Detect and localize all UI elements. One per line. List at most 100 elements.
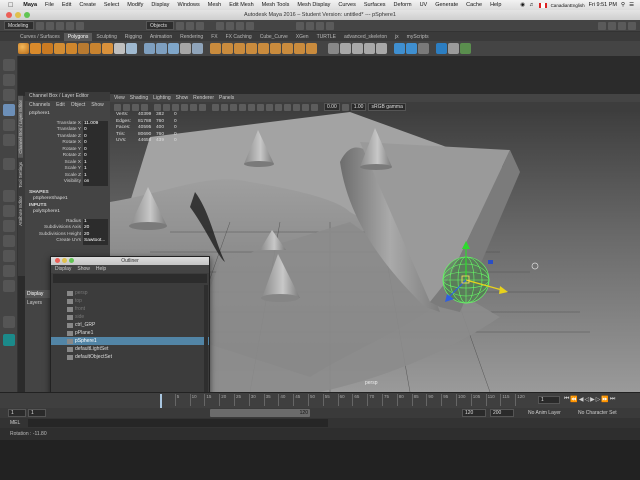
playback-end-field[interactable]: 120 [462,409,486,417]
image-plane-icon[interactable] [141,103,148,111]
last-tool-icon[interactable] [2,158,15,170]
selection-mode-dropdown[interactable]: Objects [146,21,174,30]
tab-tool-settings[interactable]: Tool Settings [18,158,23,192]
outliner-item[interactable]: top [51,297,209,305]
input-name[interactable]: polySphere1 [25,209,110,216]
center-pivot-icon[interactable] [406,43,417,54]
shelf-tab-xgen[interactable]: XGen [292,33,313,41]
menu-list-icon[interactable]: ☰ [629,2,634,8]
outliner-zoom-button[interactable] [69,258,74,263]
paint-select-tool-icon[interactable] [2,89,15,101]
grid-toggle-icon[interactable] [154,103,161,111]
step-forward-icon[interactable]: ▷ [596,396,601,403]
menu-curves[interactable]: Curves [334,2,359,8]
menu-layers[interactable]: Layers [25,298,50,308]
shelf-tab-fx-caching[interactable]: FX Caching [222,33,256,41]
script-icon-2[interactable] [448,43,459,54]
use-all-lights-icon[interactable] [248,103,255,111]
separate-icon[interactable] [156,43,167,54]
super-shape-icon[interactable] [114,43,125,54]
undo-icon[interactable] [66,21,74,30]
bevel-icon[interactable] [234,43,245,54]
current-frame-field[interactable]: 1 [538,396,560,404]
resolution-gate-icon[interactable] [172,103,179,111]
wireframe-on-shaded-icon[interactable] [230,103,237,111]
shelf-tab-sculpting[interactable]: Sculpting [92,33,121,41]
open-scene-icon[interactable] [46,21,54,30]
outliner-item[interactable]: pPlane1 [51,329,209,337]
poly-plane-icon[interactable] [78,43,89,54]
go-to-end-icon[interactable]: ⏭ [610,396,615,403]
outliner-item[interactable]: side [51,313,209,321]
color-space-dropdown[interactable]: sRGB gamma [368,103,407,111]
uv-layout-icon[interactable] [2,250,15,262]
outliner-layout-icon[interactable] [2,220,15,232]
bookmark-icon[interactable] [132,103,139,111]
step-forward-key-icon[interactable]: ⏩ [601,396,608,403]
planar-map-icon[interactable] [340,43,351,54]
gamma-field[interactable]: 1.00 [350,103,367,111]
clock[interactable]: Fri 9:51 PM [589,2,617,8]
snap-surface-icon[interactable] [246,21,254,30]
volume-icon[interactable]: ♬ [529,2,535,8]
menu-maya[interactable]: Maya [19,2,41,8]
vp-menu-shading[interactable]: Shading [130,94,148,102]
close-window-button[interactable] [6,12,12,18]
menu-edit[interactable]: Edit [56,101,65,109]
menu-mesh[interactable]: Mesh [204,2,225,8]
input-label[interactable]: Create UVs [25,238,83,245]
channel-label[interactable]: Visibility [25,179,83,186]
input-value-field[interactable]: Sawtoot... [83,238,108,245]
select-component-icon[interactable] [196,21,204,30]
shelf-tab-animation[interactable]: Animation [146,33,176,41]
fill-hole-icon[interactable] [246,43,257,54]
vp-menu-show[interactable]: Show [176,94,189,102]
extrude-icon[interactable] [210,43,221,54]
menu-file[interactable]: File [41,2,58,8]
shelf-tab-polygons[interactable]: Polygons [63,33,93,41]
script-icon[interactable] [436,43,447,54]
new-scene-icon[interactable] [36,21,44,30]
save-scene-icon[interactable] [56,21,64,30]
wireframe-icon[interactable] [212,103,219,111]
spherical-map-icon[interactable] [364,43,375,54]
script-icon-3[interactable] [460,43,471,54]
outliner-item[interactable]: persp [51,289,209,297]
gate-mask-icon[interactable] [181,103,188,111]
poly-cone-icon[interactable] [54,43,65,54]
snap-curve-icon[interactable] [226,21,234,30]
menu-create[interactable]: Create [75,2,100,8]
mel-input[interactable] [28,419,328,427]
outliner-close-button[interactable] [55,258,60,263]
outliner-menu-show[interactable]: Show [77,265,90,273]
xray-icon[interactable] [311,103,318,111]
mel-label[interactable]: MEL [10,420,20,426]
menu-uv[interactable]: UV [416,2,432,8]
menu-help[interactable]: Help [486,2,505,8]
ambient-occlusion-icon[interactable] [266,103,273,111]
play-back-icon[interactable]: ◁ [585,396,590,403]
menu-object[interactable]: Object [71,101,85,109]
outliner-item[interactable]: defaultLightSet [51,345,209,353]
depth-of-field-icon[interactable] [293,103,300,111]
vp-menu-renderer[interactable]: Renderer [193,94,214,102]
camera-attributes-icon[interactable] [123,103,130,111]
menu-mesh-tools[interactable]: Mesh Tools [258,2,294,8]
outliner-persp-icon[interactable] [2,280,15,292]
sweep-mesh-icon[interactable] [126,43,137,54]
poly-cube-icon[interactable] [30,43,41,54]
isolate-select-icon[interactable] [302,103,309,111]
shelf-tab-jx[interactable]: jx [391,33,403,41]
menu-mesh-display[interactable]: Mesh Display [293,2,334,8]
snap-point-icon[interactable] [236,21,244,30]
toggle-channel-box-icon[interactable] [628,21,636,30]
go-to-start-icon[interactable]: ⏮ [564,396,569,403]
safe-action-icon[interactable] [199,103,206,111]
toggle-attribute-editor-icon[interactable] [618,21,626,30]
poly-cylinder-icon[interactable] [42,43,53,54]
render-layout-icon[interactable] [2,265,15,277]
vp-menu-lighting[interactable]: Lighting [153,94,171,102]
hypershade-layout-icon[interactable] [2,316,15,328]
menu-deform[interactable]: Deform [390,2,416,8]
field-chart-icon[interactable] [190,103,197,111]
